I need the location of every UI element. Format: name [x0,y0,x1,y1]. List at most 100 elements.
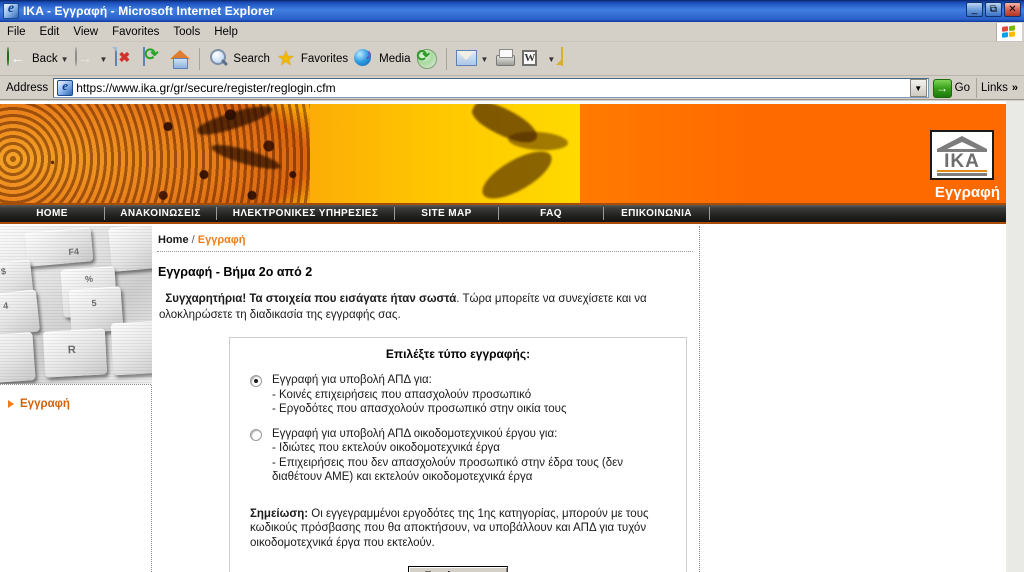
links-bar[interactable]: Links » [976,78,1022,98]
go-button[interactable]: → Go [929,78,976,98]
keyboard-image [0,226,152,384]
toolbar: ← Back ▼ → ▼ ✖ Search Favo [0,43,1024,76]
option-box-title: Επιλέξτε τύπο εγγραφής: [385,347,531,361]
ika-logo[interactable]: IKA [930,130,994,180]
mail-button[interactable]: ▼ [452,45,491,73]
history-icon [416,48,438,70]
favorites-label: Favorites [300,53,349,65]
breadcrumb-separator: / [191,234,195,246]
chevron-right-icon[interactable]: » [1012,82,1018,94]
nav-item-contact[interactable]: ΕΠΙΚΟΙΝΩΝΙΑ [604,205,709,222]
toolbar-divider [446,48,448,70]
windows-flag-icon [1002,24,1017,40]
address-input[interactable]: https://www.ika.gr/gr/secure/register/re… [53,78,929,98]
star-icon [276,48,298,70]
window-title: IKA - Εγγραφή - Microsoft Internet Explo… [23,4,275,18]
option-bullet: - Κοινές επιχειρήσεις που απασχολούν προ… [272,388,532,401]
restore-button[interactable]: ⧉ [985,2,1002,17]
print-button[interactable] [491,45,519,73]
refresh-icon [141,47,163,70]
links-label: Links [981,82,1008,94]
page-viewport: IKA Εγγραφή HOME ΑΝΑΚΟΙΝΩΣΕΙΣ ΗΛΕΚΤΡΟΝΙΚ… [0,101,1024,572]
page-title: Εγγραφή - Βήμα 2ο από 2 [158,265,313,279]
toolbar-divider [199,48,201,70]
nav-item-faq[interactable]: FAQ [499,205,603,222]
logo-bar [937,170,987,172]
option-heading: Εγγραφή για υποβολή ΑΠΔ για: [272,374,432,386]
messenger-button[interactable] [558,45,586,73]
refresh-button[interactable] [138,45,166,73]
nav-item-announcements[interactable]: ΑΝΑΚΟΙΝΩΣΕΙΣ [105,205,216,222]
sunflower-petal [475,142,559,203]
media-button[interactable]: Media [351,45,413,73]
option-heading: Εγγραφή για υποβολή ΑΠΔ οικοδομοτεχνικού… [272,427,558,440]
word-edit-icon: W [522,50,538,66]
chevron-down-icon[interactable]: ▼ [100,55,108,64]
forward-arrow-icon: → [74,47,97,70]
right-margin [701,226,1006,572]
submit-row: Συνέχεια >> [240,550,676,572]
chevron-down-icon[interactable]: ▼ [480,55,488,64]
back-arrow-icon: ← [7,47,29,70]
address-label: Address [6,82,49,94]
minimize-button[interactable]: _ [966,2,983,17]
home-icon [169,48,191,70]
chevron-down-icon[interactable]: ▼ [61,55,69,64]
menu-item-tools[interactable]: Tools [166,24,207,40]
windows-logo [996,23,1022,41]
home-button[interactable] [166,45,194,73]
note-block: Σημείωση: Οι εγγεγραμμένοι εργοδότες της… [240,485,676,551]
media-label: Media [379,53,411,65]
media-icon [354,48,376,70]
option-bullet: - Εργοδότες που απασχολούν προσωπικό στη… [272,403,567,415]
nav-divider [709,207,710,220]
forward-button[interactable]: → ▼ [72,45,111,73]
intro-bold-text: Συγχαρητήρια! Τα στοιχεία που εισάγατε ή… [165,293,457,305]
edit-button[interactable]: W ▼ [519,45,558,73]
option-text: Εγγραφή για υποβολή ΑΠΔ για: - Κοινές επ… [272,373,567,417]
radio-button-construction[interactable] [250,428,262,441]
note-label: Σημείωση: [250,507,309,520]
address-bar: Address https://www.ika.gr/gr/secure/reg… [0,77,1024,100]
ie-icon [3,1,19,19]
sidebar-item-registration[interactable]: Εγγραφή [0,398,151,410]
menu-item-favorites[interactable]: Favorites [105,24,166,40]
sidebar-item-label: Εγγραφή [20,398,70,410]
go-label: Go [954,82,971,94]
radio-button-apd[interactable] [250,375,262,387]
menu-item-file[interactable]: File [0,24,33,40]
main-content: Home / Εγγραφή Εγγραφή - Βήμα 2ο από 2 Σ… [153,226,700,572]
address-dropdown-button[interactable]: ▼ [909,79,927,97]
nav-item-sitemap[interactable]: SITE MAP [395,205,498,222]
nav-item-home[interactable]: HOME [0,205,104,222]
sunflower-petal [507,129,569,153]
pediment-icon [937,136,987,150]
close-button[interactable]: ✕ [1004,2,1021,17]
title-bar: IKA - Εγγραφή - Microsoft Internet Explo… [0,0,1024,22]
chevron-down-icon[interactable]: ▼ [547,55,555,64]
radio-option-row[interactable]: Εγγραφή για υποβολή ΑΠΔ οικοδομοτεχνικού… [240,417,676,485]
stop-button[interactable]: ✖ [110,45,138,73]
favorites-button[interactable]: Favorites [273,45,351,73]
note-icon [561,47,583,70]
triangle-bullet-icon [8,400,14,408]
history-button[interactable] [413,45,441,73]
radio-option-row[interactable]: Εγγραφή για υποβολή ΑΠΔ για: - Κοινές επ… [240,369,676,417]
search-icon [208,48,230,70]
back-button[interactable]: ← Back ▼ [4,45,72,73]
main-navigation: HOME ΑΝΑΚΟΙΝΩΣΕΙΣ ΗΛΕΚΤΡΟΝΙΚΕΣ ΥΠΗΡΕΣΙΕΣ… [0,203,1006,224]
menu-item-edit[interactable]: Edit [33,24,67,40]
website-body: IKA Εγγραφή HOME ΑΝΑΚΟΙΝΩΣΕΙΣ ΗΛΕΚΤΡΟΝΙΚ… [0,101,1006,572]
address-url-text: https://www.ika.gr/gr/secure/register/re… [76,81,336,95]
nav-item-eservices[interactable]: ΗΛΕΚΤΡΟΝΙΚΕΣ ΥΠΗΡΕΣΙΕΣ [217,205,394,222]
back-label: Back [32,53,58,65]
breadcrumb-current: Εγγραφή [197,234,246,246]
menu-item-view[interactable]: View [66,24,105,40]
browser-window: IKA - Εγγραφή - Microsoft Internet Explo… [0,0,1024,572]
window-controls: _ ⧉ ✕ [966,2,1021,17]
continue-button[interactable]: Συνέχεια >> [407,566,509,572]
breadcrumb-home[interactable]: Home [158,234,189,246]
search-label: Search [233,53,270,65]
menu-item-help[interactable]: Help [207,24,245,40]
search-button[interactable]: Search [205,45,272,73]
